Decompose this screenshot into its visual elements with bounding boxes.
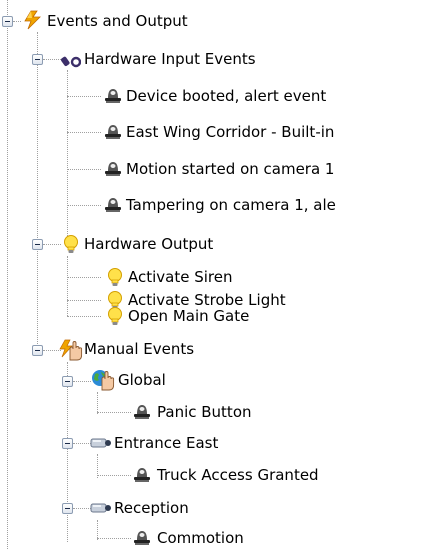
collapse-toggle[interactable] [62, 438, 73, 449]
collapse-toggle[interactable] [32, 239, 43, 250]
tree-line [67, 362, 68, 542]
tree-node-label: Global [118, 371, 166, 389]
event-light-icon [134, 531, 150, 545]
collapse-toggle[interactable] [2, 16, 13, 27]
tree-node-label: Manual Events [84, 340, 195, 358]
event-light-icon [105, 125, 121, 139]
event-light-icon [105, 89, 121, 103]
tree-line [67, 132, 101, 133]
tree-line [37, 32, 38, 348]
tree-node-label: East Wing Corridor - Built-in [126, 123, 335, 141]
collapse-toggle[interactable] [32, 345, 43, 356]
tree-node-label: Panic Button [157, 403, 252, 421]
tree-line [67, 96, 101, 97]
tree-node-label: Commotion [157, 529, 244, 547]
event-light-icon [134, 405, 150, 419]
globe-hand-icon [92, 370, 115, 391]
tree-line [67, 70, 68, 236]
tree-node-label: Events and Output [47, 12, 188, 30]
camera-icon [90, 503, 111, 513]
camera-icon [90, 438, 111, 448]
collapse-toggle[interactable] [32, 54, 43, 65]
event-light-icon [134, 468, 150, 482]
tree-line [43, 244, 61, 245]
tree-line [67, 256, 68, 316]
tree-line [7, 0, 8, 549]
events-tree: Events and Output Hardware Input Events … [0, 0, 440, 549]
tree-node-label: Device booted, alert event [126, 87, 327, 105]
tree-node-label: Activate Siren [128, 268, 233, 286]
tree-node-label: Hardware Output [84, 235, 214, 253]
lightbulb-icon [64, 235, 78, 253]
collapse-toggle[interactable] [62, 376, 73, 387]
tree-line [97, 538, 131, 539]
tree-line [43, 59, 61, 60]
tree-node-label: Tampering on camera 1, ale [126, 196, 336, 214]
tree-line [67, 169, 101, 170]
tree-line [67, 277, 101, 278]
tree-line [67, 300, 101, 301]
lightbulb-icon [108, 268, 122, 286]
tree-node-label: Truck Access Granted [157, 466, 319, 484]
tree-line [13, 21, 21, 22]
tree-line [97, 392, 98, 414]
collapse-toggle[interactable] [62, 503, 73, 514]
lightning-bolt-icon [24, 10, 41, 30]
tree-line [97, 475, 131, 476]
tree-line [67, 316, 101, 317]
event-light-icon [105, 162, 121, 176]
tree-node-label: Motion started on camera 1 [126, 160, 335, 178]
manual-event-hand-icon [59, 339, 83, 361]
tree-line [97, 520, 98, 540]
tree-node-label: Reception [114, 499, 189, 517]
hardware-input-icon [61, 56, 81, 68]
tree-node-label: Hardware Input Events [84, 50, 256, 68]
tree-line [97, 412, 131, 413]
tree-node-label: Open Main Gate [128, 307, 250, 325]
event-light-icon [105, 198, 121, 212]
lightbulb-icon [108, 307, 122, 325]
tree-line [67, 205, 101, 206]
tree-line [73, 381, 91, 382]
tree-node-label: Entrance East [114, 434, 219, 452]
